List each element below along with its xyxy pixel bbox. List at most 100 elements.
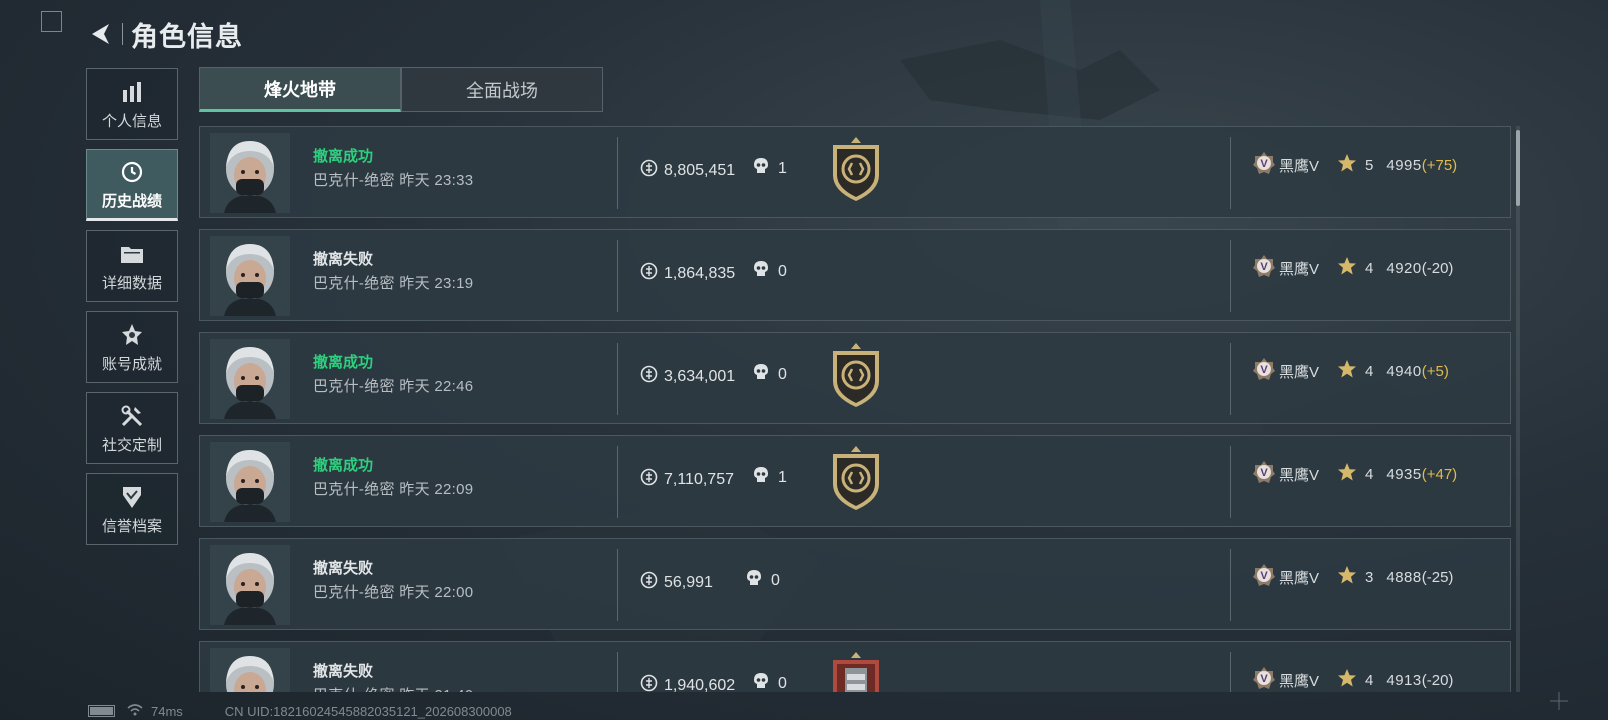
rank-score: 4913: [1386, 671, 1422, 689]
match-row[interactable]: 撤离成功 巴克什-绝密 昨天 23:33 8,805,451 1 V 黑鹰V 5 4995 (+…: [199, 126, 1511, 218]
map-name: 巴克什-绝密: [313, 378, 395, 395]
match-row[interactable]: 撤离失败 巴克什-绝密 昨天 23:19 1,864,835 0 V 黑鹰V 4 4920 (-…: [199, 229, 1511, 321]
kill-count: 0: [752, 672, 787, 692]
star-count: 5: [1365, 156, 1374, 174]
match-row[interactable]: 撤离失败 巴克什-绝密 昨天 22:00 56,991 0 V 黑鹰V 3 4888 (-25): [199, 538, 1511, 630]
rank-name: 黑鹰V: [1279, 466, 1320, 484]
page-title: 角色信息: [131, 21, 243, 52]
folder-icon: [120, 240, 144, 268]
loot-value-text: 3,634,001: [664, 367, 736, 385]
battery-icon: [88, 705, 115, 717]
row-divider: [617, 240, 618, 312]
svg-text:V: V: [1260, 570, 1268, 582]
medal-icon: [121, 321, 143, 349]
map-and-time: 巴克什-绝密 昨天 22:46: [313, 375, 473, 396]
tab-full-battlefield[interactable]: 全面战场: [401, 67, 603, 112]
sidebar: 个人信息 历史战绩 详细数据 账号成就 社交定制 信誉档案: [86, 68, 178, 554]
sidebar-item-match-history[interactable]: 历史战绩: [86, 149, 178, 221]
rank-emblem-icon: V: [1252, 563, 1276, 591]
tools-icon: [120, 402, 144, 430]
rank-score: 4940: [1386, 362, 1422, 380]
rank-name: 黑鹰V: [1279, 157, 1320, 175]
rank-score: 4995: [1386, 156, 1422, 174]
loot-value: 1,864,835: [640, 262, 735, 285]
sidebar-item-social-custom[interactable]: 社交定制: [86, 392, 178, 464]
tab-hazard-zone[interactable]: 烽火地带: [199, 67, 401, 112]
row-divider: [617, 343, 618, 415]
star-count: 4: [1365, 259, 1374, 277]
sidebar-item-label: 个人信息: [101, 112, 162, 130]
star-icon: [1337, 668, 1357, 692]
row-divider: [617, 549, 618, 621]
map-and-time: 巴克什-绝密 昨天 23:33: [313, 169, 473, 190]
sidebar-item-personal-info[interactable]: 个人信息: [86, 68, 178, 140]
star-icon: [1337, 462, 1357, 486]
kill-count-text: 0: [771, 571, 780, 589]
rank-info: V 黑鹰V 4 4935 (+47): [1252, 460, 1457, 488]
match-time: 昨天 21:40: [399, 687, 473, 692]
rank-info: V 黑鹰V 4 4913 (-20): [1252, 666, 1453, 692]
map-name: 巴克什-绝密: [313, 687, 395, 692]
avatar: [210, 339, 290, 419]
map-name: 巴克什-绝密: [313, 172, 395, 189]
rank-emblem-icon: V: [1252, 357, 1276, 385]
sidebar-item-achievements[interactable]: 账号成就: [86, 311, 178, 383]
loot-value-text: 1,940,602: [664, 676, 736, 693]
coin-icon: [640, 571, 658, 594]
avatar: [210, 133, 290, 213]
rank-info: V 黑鹰V 4 4920 (-20): [1252, 254, 1453, 282]
row-divider: [1230, 240, 1231, 312]
coin-icon: [640, 262, 658, 285]
star-count: 4: [1365, 362, 1374, 380]
map-and-time: 巴克什-绝密 昨天 23:19: [313, 272, 473, 293]
skull-icon: [752, 260, 770, 283]
coin-icon: [640, 674, 658, 692]
loot-value-text: 56,991: [664, 573, 713, 591]
rank-info: V 黑鹰V 5 4995 (+75): [1252, 151, 1457, 179]
map-name: 巴克什-绝密: [313, 275, 395, 292]
match-time: 昨天 22:46: [399, 378, 474, 395]
scroll-thumb[interactable]: [1516, 130, 1520, 206]
score-delta: (+75): [1421, 156, 1458, 174]
sidebar-item-label: 详细数据: [101, 274, 162, 292]
star-count: 4: [1365, 671, 1374, 689]
rank-emblem-icon: V: [1252, 254, 1276, 282]
svg-text:V: V: [1260, 673, 1268, 685]
match-row[interactable]: 撤离失败巴克什-绝密 昨天 21:40 1,940,602 0 V 黑鹰V 4 4913(-…: [199, 641, 1511, 692]
loot-value-text: 7,110,757: [664, 470, 734, 488]
extraction-status: 撤离失败: [313, 560, 374, 577]
rank-emblem-icon: V: [1252, 151, 1276, 179]
map-name: 巴克什-绝密: [313, 481, 395, 498]
avatar: [210, 648, 290, 692]
gold-shield-badge-icon: [825, 135, 887, 203]
sidebar-item-credit-profile[interactable]: 信誉档案: [86, 473, 178, 545]
back-arrow-icon[interactable]: [86, 19, 116, 49]
coin-icon: [640, 365, 658, 388]
coin-icon: [640, 468, 658, 491]
ping-text: 74ms: [151, 703, 183, 719]
kill-count-text: 1: [778, 468, 787, 486]
map-and-time: 巴克什-绝密 昨天 21:40: [313, 684, 473, 692]
loot-value: 1,940,602: [640, 674, 735, 692]
crosshair-icon: [1550, 692, 1568, 710]
sidebar-item-detailed-data[interactable]: 详细数据: [86, 230, 178, 302]
loot-value: 7,110,757: [640, 468, 734, 491]
match-row[interactable]: 撤离成功 巴克什-绝密 昨天 22:09 7,110,757 1 V 黑鹰V 4 4935 (+…: [199, 435, 1511, 527]
status-bar: 74ms CN UID:18216024545882035121_2026083…: [88, 702, 512, 720]
loot-value: 8,805,451: [640, 159, 735, 182]
row-divider: [1230, 446, 1231, 518]
match-row[interactable]: 撤离成功 巴克什-绝密 昨天 22:46 3,634,001 0 V 黑鹰V 4 4940 (+…: [199, 332, 1511, 424]
score-delta: (+5): [1421, 362, 1449, 380]
loot-value: 56,991: [640, 571, 713, 594]
match-time: 昨天 22:00: [399, 584, 474, 601]
svg-text:V: V: [1260, 158, 1268, 170]
kill-count: 1: [752, 466, 787, 489]
rank-score: 4920: [1386, 259, 1422, 277]
scrollbar[interactable]: [1516, 126, 1520, 692]
mode-tabs: 烽火地带 全面战场: [199, 67, 603, 112]
rank-name: 黑鹰V: [1279, 569, 1320, 587]
sidebar-item-label: 社交定制: [101, 436, 162, 454]
match-time: 昨天 22:09: [399, 481, 474, 498]
sidebar-item-label: 历史战绩: [101, 192, 162, 210]
kill-count: 0: [745, 569, 780, 592]
